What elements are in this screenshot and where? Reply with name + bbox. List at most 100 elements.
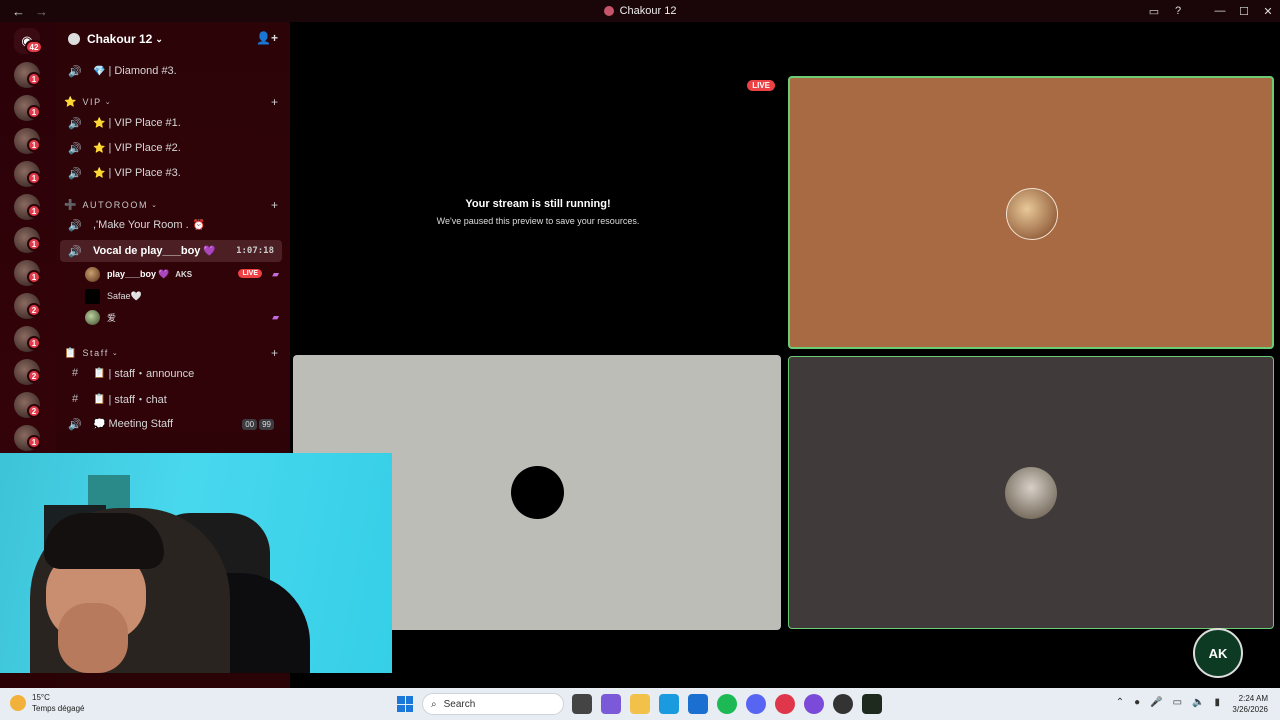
window-title-text: Chakour 12 [619,5,677,17]
channel-vip-3[interactable]: 🔊 ⭐ | VIP Place #3. [60,162,282,184]
server-verified-icon [68,33,80,45]
file-explorer-icon[interactable] [630,694,650,714]
window-title: Chakour 12 [0,0,1280,22]
server-badge: 1 [27,237,41,251]
server-badge: 1 [27,105,41,119]
category-autoroom[interactable]: ➕ AUTOROOM ⌄ + [64,197,278,213]
server-badge: 2 [27,404,41,418]
maximize-icon[interactable]: ☐ [1232,0,1256,22]
taskbar-search[interactable]: ⌕ Search [422,693,564,715]
add-channel-icon[interactable]: + [271,95,278,109]
server-logo-icon [603,6,614,16]
avatar [511,466,564,519]
widgets-icon[interactable] [601,694,621,714]
vr-icon: ▰ [272,311,279,322]
help-icon[interactable]: ? [1166,0,1190,22]
channel-vip-2[interactable]: 🔊 ⭐ | VIP Place #2. [60,137,282,159]
security-icon[interactable]: ● [1134,697,1140,708]
spotify-icon[interactable] [717,694,737,714]
weather-widget[interactable]: 15°C Temps dégagé [10,692,84,714]
category-vip[interactable]: ⭐ VIP ⌄ + [64,94,278,110]
channel-vip-1[interactable]: 🔊 ⭐ | VIP Place #1. [60,112,282,134]
server-badge: 2 [27,369,41,383]
voice-channel-icon: 🔊 [68,167,82,180]
stream-paused-subtext: We've paused this preview to save your r… [436,216,640,226]
windows-taskbar: 15°C Temps dégagé ⌕ Search ⌃ ● 🎤 ▭ 🔈 ▮ 2… [0,688,1280,720]
participant-tile[interactable] [788,356,1274,629]
voice-channel-icon: 🔊 [68,142,82,155]
opera-icon[interactable] [775,694,795,714]
server-badge: 1 [27,72,41,86]
add-channel-icon[interactable]: + [271,346,278,360]
channel-vocal-active[interactable]: 🔊 Vocal de play___boy 💜 1:07:18 [60,240,282,262]
search-icon: ⌕ [431,698,437,710]
back-arrow-icon[interactable]: ← [12,4,25,19]
window-controls: ▭ ? — ☐ ✕ [1142,0,1280,22]
stream-preview-tile[interactable]: LIVE Your stream is still running! We've… [293,76,783,352]
discord-icon[interactable] [746,694,766,714]
voice-user[interactable]: Safae🤍 [85,286,279,306]
server-badge: 1 [27,171,41,185]
channel-staff-chat[interactable]: # 📋 | staff・chat [60,388,282,410]
chevron-down-icon: ⌄ [151,202,157,209]
volume-icon[interactable]: 🔈 [1192,697,1204,708]
start-icon[interactable] [397,696,413,712]
streamer-logo: AK [1193,628,1243,678]
voice-stage: LIVE Your stream is still running! We've… [290,22,1280,688]
webcam-overlay [0,453,392,673]
edge-icon[interactable] [659,694,679,714]
channel-staff-announce[interactable]: # 📋 | staff・announce [60,362,282,384]
title-bar: ← → Chakour 12 ▭ ? — ☐ ✕ [0,0,1280,22]
voice-channel-icon: 🔊 [68,117,82,130]
nav-controls: ← → [0,4,60,19]
voice-user[interactable]: 爱 ▰ [85,307,279,327]
avatar [1006,188,1058,240]
home-badge: 42 [25,40,43,54]
user-limit-badge: 00 99 [242,418,274,430]
task-view-icon[interactable] [572,694,592,714]
participant-tile-speaking[interactable] [788,76,1274,349]
taskbar-clock[interactable]: 2:24 AM 3/26/2026 [1232,693,1268,715]
voice-timer: 1:07:18 [236,246,274,256]
voice-channel-icon: 🔊 [68,245,82,258]
voice-user[interactable]: play___boy 💜 AKS LIVE ▰ [85,264,279,284]
server-name: Chakour 12 [87,32,153,46]
streamlabs-icon[interactable] [862,694,882,714]
live-badge: LIVE [747,80,775,91]
screen: ← → Chakour 12 ▭ ? — ☐ ✕ ◉ 42 1 1 1 1 1 … [0,0,1280,720]
forward-arrow-icon[interactable]: → [35,4,48,19]
chevron-down-icon: ⌄ [111,350,118,357]
inbox-icon[interactable]: ▭ [1142,0,1166,22]
battery-icon[interactable]: ▮ [1214,697,1220,708]
store-icon[interactable] [688,694,708,714]
server-badge: 1 [27,270,41,284]
avatar [1005,467,1057,519]
category-staff[interactable]: 📋 Staff ⌄ + [64,345,278,361]
invite-people-icon[interactable]: 👤+ [256,31,278,45]
server-badge: 1 [27,138,41,152]
live-badge: LIVE [238,269,262,278]
server-badge: 1 [27,336,41,350]
server-badge: 1 [27,435,41,449]
voice-channel-icon: 🔊 [68,418,82,431]
add-channel-icon[interactable]: + [271,198,278,212]
text-channel-icon: # [71,393,79,405]
channel-diamond[interactable]: 🔊 💎 | Diamond #3. [60,60,282,82]
chevron-up-icon[interactable]: ⌃ [1116,697,1124,708]
moon-icon [10,695,26,711]
channel-make-room[interactable]: 🔊 ,'Make Your Room . ⏰ [60,214,282,236]
channel-meeting-staff[interactable]: 🔊 💭 Meeting Staff 00 99 [60,413,282,435]
server-header[interactable]: Chakour 12 ⌄ 👤+ [56,22,290,56]
vr-icon: ▰ [272,268,279,279]
stream-paused-heading: Your stream is still running! [465,198,611,210]
app-icon[interactable] [804,694,824,714]
minimize-icon[interactable]: — [1208,0,1232,22]
microphone-icon[interactable]: 🎤 [1150,697,1162,708]
close-icon[interactable]: ✕ [1256,0,1280,22]
weather-temp: 15°C [32,693,50,702]
obs-icon[interactable] [833,694,853,714]
chevron-down-icon: ⌄ [104,99,111,106]
chevron-down-icon: ⌄ [155,33,163,44]
display-icon[interactable]: ▭ [1173,697,1182,708]
taskbar-apps [572,694,882,714]
